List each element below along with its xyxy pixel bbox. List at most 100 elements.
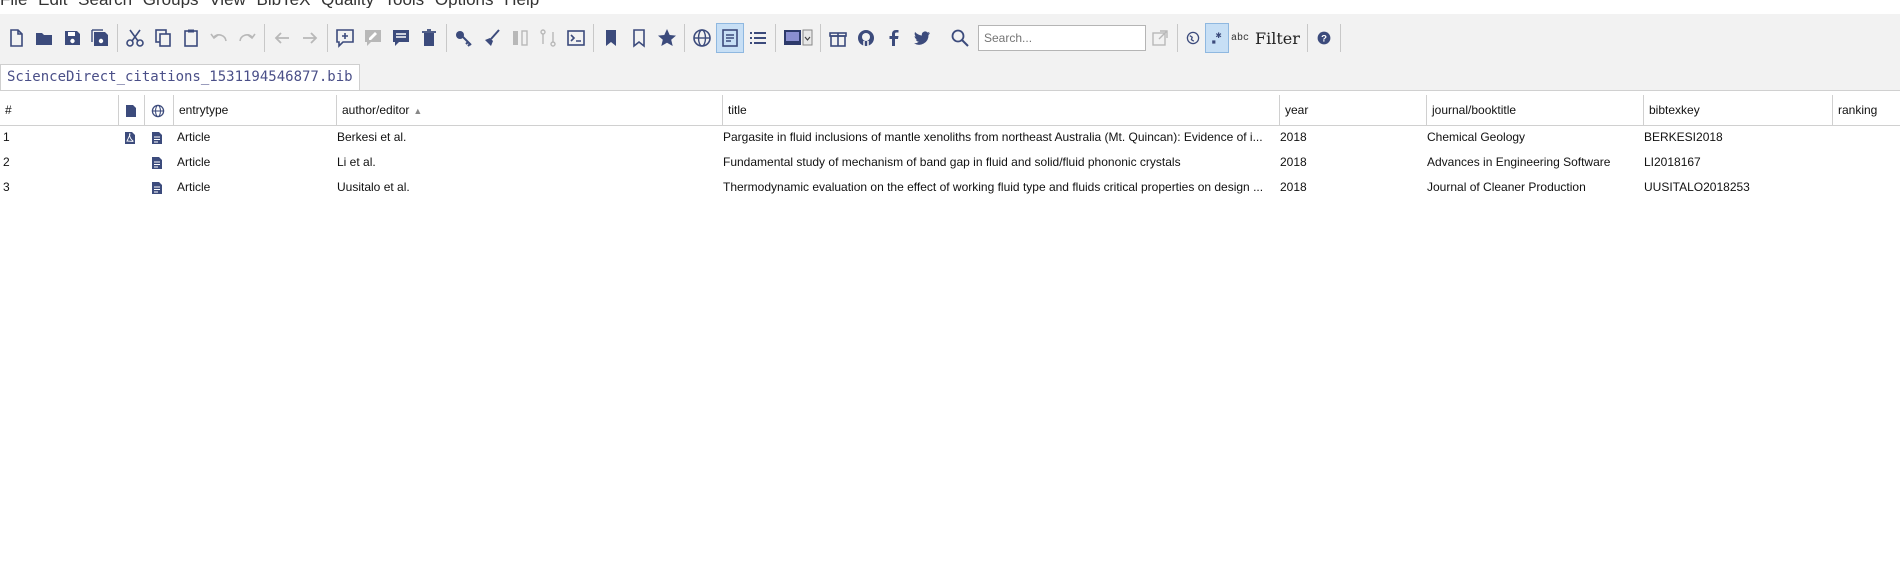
case-sensitive-toggle[interactable]: abc (1229, 23, 1251, 53)
new-entry-from-text-button[interactable] (359, 23, 387, 53)
push-application-dropdown[interactable] (779, 23, 817, 53)
toolbar-separator (446, 24, 447, 52)
copy-button[interactable] (149, 23, 177, 53)
paste-button[interactable] (177, 23, 205, 53)
new-file-icon (10, 29, 23, 47)
search-button[interactable] (946, 23, 974, 53)
open-library-button[interactable] (30, 23, 58, 53)
table-row[interactable]: 1 Article Berkesi et al. Pargasite in fl… (0, 125, 1900, 150)
bookmark-icon (606, 30, 616, 46)
toolbar-separator (1177, 24, 1178, 52)
menu-help[interactable]: Help (504, 0, 539, 8)
save-all-icon (91, 29, 108, 46)
author-cell: Li et al. (337, 155, 376, 169)
compare-button[interactable] (534, 23, 562, 53)
delete-entry-button[interactable] (415, 23, 443, 53)
github-button[interactable] (852, 23, 880, 53)
column-header-ranking[interactable]: ranking (1833, 95, 1900, 125)
column-header-bibtexkey[interactable]: bibtexkey (1644, 95, 1833, 125)
toggle-groups-button[interactable] (744, 23, 772, 53)
menu-bibtex[interactable]: BibTeX (257, 0, 311, 8)
mark-entries-button[interactable] (597, 23, 625, 53)
file-icon (126, 104, 136, 117)
column-header-number[interactable]: # (0, 95, 119, 125)
cut-button[interactable] (121, 23, 149, 53)
filter-toggle[interactable]: Filter (1255, 29, 1300, 48)
menu-view[interactable]: View (209, 0, 246, 8)
trash-icon (422, 29, 436, 46)
svg-text:?: ? (1321, 34, 1327, 45)
back-button[interactable] (268, 23, 296, 53)
open-url-button[interactable] (688, 23, 716, 53)
new-entry-button[interactable] (331, 23, 359, 53)
donate-button[interactable] (824, 23, 852, 53)
push-to-application-button[interactable] (562, 23, 590, 53)
merge-icon (513, 30, 528, 46)
title-cell: Pargasite in fluid inclusions of mantle … (723, 130, 1263, 144)
entrytype-cell: Article (177, 180, 211, 194)
column-header-file[interactable] (119, 95, 145, 125)
menu-search[interactable]: Search (78, 0, 132, 8)
entrytype-cell: Article (177, 155, 211, 169)
help-button[interactable]: ? (1311, 23, 1337, 53)
open-search-window-button[interactable] (1146, 23, 1174, 53)
terminal-icon (567, 30, 585, 46)
toolbar-separator (264, 24, 265, 52)
undo-button[interactable] (205, 23, 233, 53)
toolbar-separator (684, 24, 685, 52)
star-icon (658, 29, 676, 46)
edit-entry-icon (365, 30, 381, 46)
file-icon (152, 131, 162, 144)
broom-icon (485, 29, 500, 46)
column-header-year[interactable]: year (1280, 95, 1427, 125)
pdf-link-cell[interactable] (121, 125, 145, 150)
facebook-button[interactable] (880, 23, 908, 53)
menu-options[interactable]: Options (435, 0, 494, 8)
merge-entries-button[interactable] (506, 23, 534, 53)
menu-edit[interactable]: Edit (38, 0, 67, 8)
column-header-url[interactable] (145, 95, 174, 125)
redo-button[interactable] (233, 23, 261, 53)
menu-tools[interactable]: Tools (385, 0, 425, 8)
globe-icon (151, 104, 165, 118)
new-library-button[interactable] (2, 23, 30, 53)
global-search-toggle[interactable] (1181, 23, 1205, 53)
clipboard-icon (184, 29, 198, 47)
twitter-button[interactable] (908, 23, 936, 53)
main-toolbar: abc Filter ? (0, 14, 1900, 62)
table-row[interactable]: 2 Article Li et al. Fundamental study of… (0, 150, 1900, 175)
forward-button[interactable] (296, 23, 324, 53)
library-tab[interactable]: ScienceDirect_citations_1531194546877.bi… (0, 64, 360, 90)
cleanup-button[interactable] (478, 23, 506, 53)
entry-editor-icon (722, 29, 738, 47)
regex-search-toggle[interactable] (1205, 23, 1229, 53)
twitter-icon (914, 31, 930, 45)
save-all-button[interactable] (86, 23, 114, 53)
application-icon (784, 29, 813, 46)
menu-quality[interactable]: Quality (321, 0, 374, 8)
file-link-cell[interactable] (148, 175, 174, 200)
facebook-icon (889, 30, 899, 46)
menu-groups[interactable]: Groups (143, 0, 199, 8)
generate-key-button[interactable] (450, 23, 478, 53)
file-link-cell[interactable] (148, 125, 174, 150)
bibtexkey-cell: UUSITALO2018253 (1644, 180, 1750, 194)
unmark-entries-button[interactable] (625, 23, 653, 53)
table-row[interactable]: 3 Article Uusitalo et al. Thermodynamic … (0, 175, 1900, 200)
menu-file[interactable]: File (0, 0, 27, 8)
journal-cell: Advances in Engineering Software (1427, 155, 1611, 169)
ranking-button[interactable] (653, 23, 681, 53)
column-header-author[interactable]: author/editor ▲ (337, 95, 723, 125)
file-link-cell[interactable] (148, 150, 174, 175)
search-input[interactable] (978, 25, 1146, 51)
save-button[interactable] (58, 23, 86, 53)
entrytype-cell: Article (177, 130, 211, 144)
column-header-entrytype[interactable]: entrytype (174, 95, 337, 125)
file-icon (152, 181, 162, 194)
edit-entry-button[interactable] (387, 23, 415, 53)
redo-icon (239, 33, 256, 42)
toggle-entry-editor-button[interactable] (716, 23, 744, 53)
globe-icon (693, 29, 711, 47)
column-header-title[interactable]: title (723, 95, 1280, 125)
column-header-journal[interactable]: journal/booktitle (1427, 95, 1644, 125)
